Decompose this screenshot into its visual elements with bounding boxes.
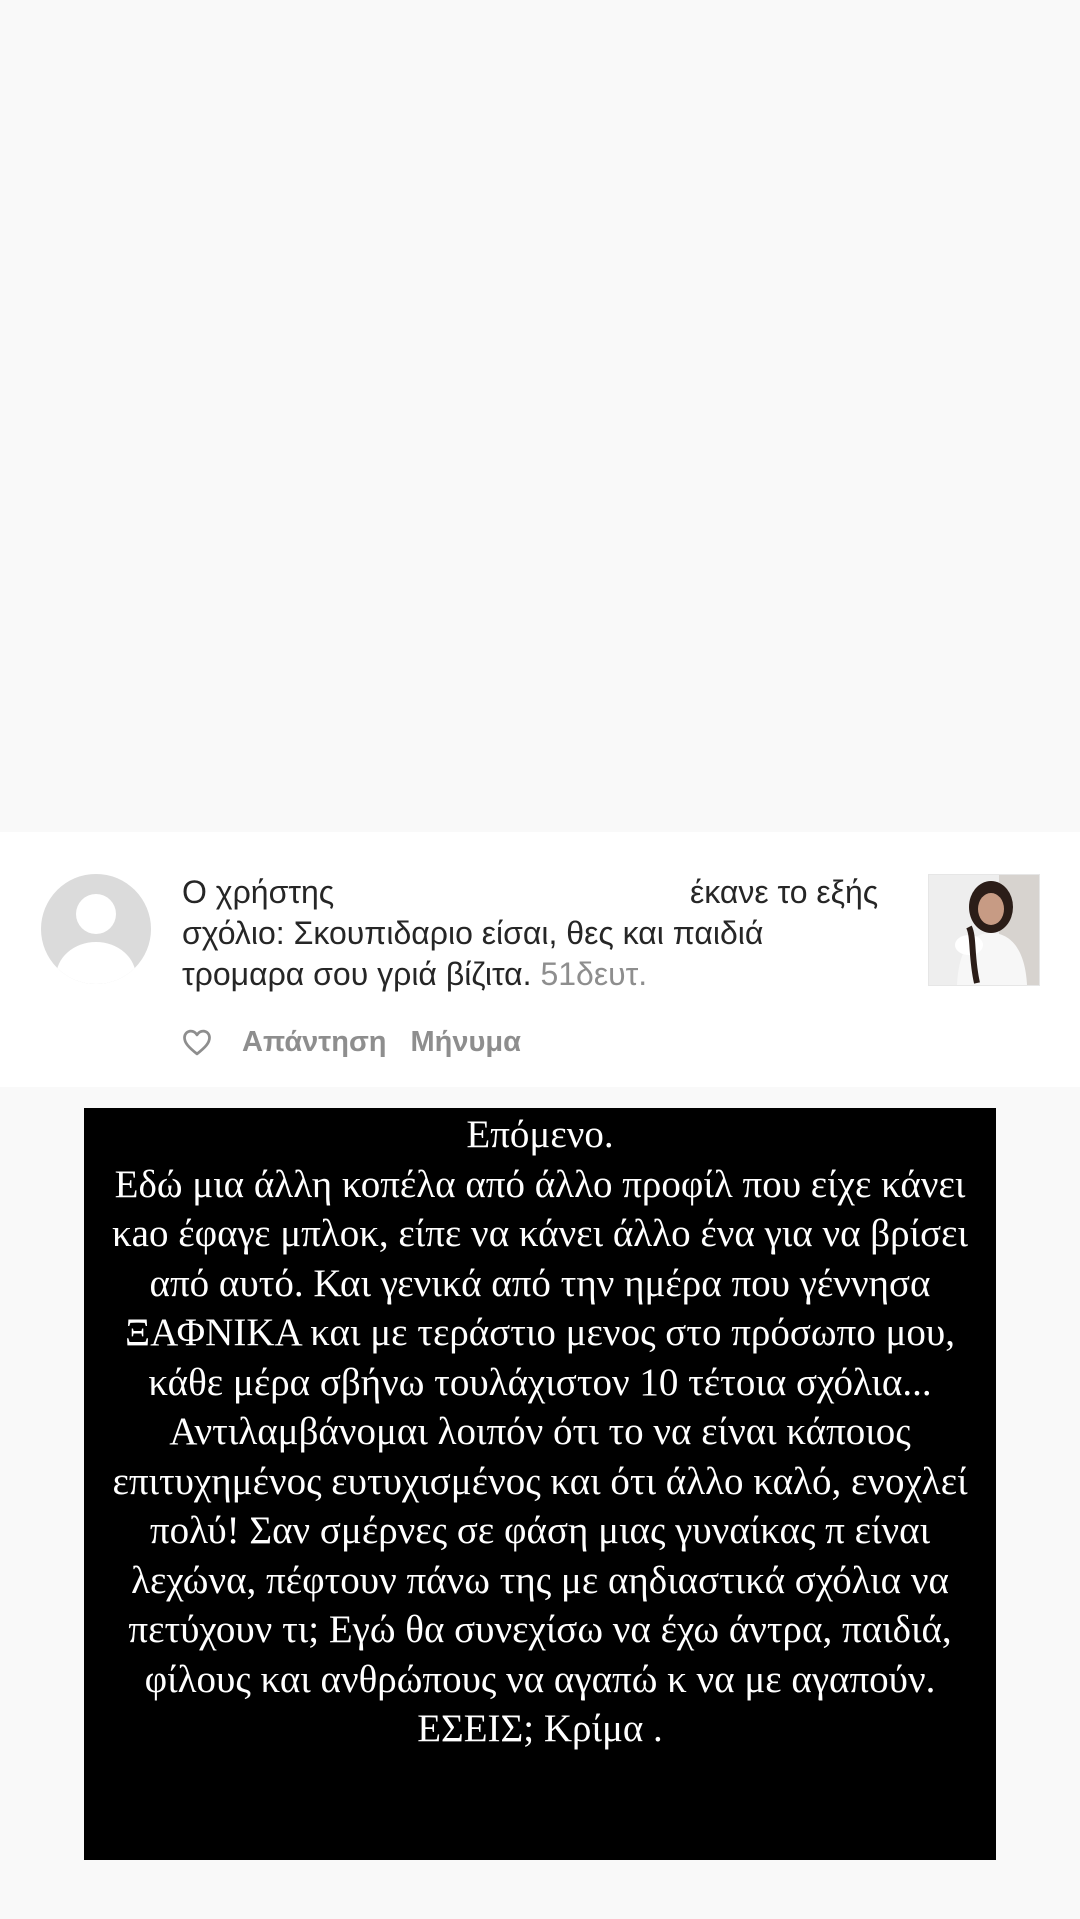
story-line-3: Αντιλαμβάνομαι λοιπόν ότι το να είναι κά… — [112, 1410, 968, 1750]
post-thumbnail[interactable] — [928, 874, 1040, 986]
heart-icon[interactable] — [182, 1026, 214, 1058]
comment-actions: Απάντηση Μήνυμα — [182, 1022, 521, 1062]
blank-area — [0, 0, 1080, 832]
reply-button[interactable]: Απάντηση — [242, 1026, 387, 1059]
comment-text: Ο χρήστης έκανε το εξής σχόλιο: Σκουπιδα… — [182, 872, 882, 995]
comment-timestamp: 51δευτ. — [540, 956, 648, 992]
story-text-box: Επόμενο. Εδώ μια άλλη κοπέλα από άλλο πρ… — [84, 1108, 996, 1860]
avatar-head-shape — [76, 894, 116, 934]
avatar-shoulders-shape — [56, 942, 136, 984]
redacted-username — [343, 880, 682, 909]
story-line-2: Εδώ μια άλλη κοπέλα από άλλο προφίλ που … — [111, 1162, 968, 1404]
comment-text-before: Ο χρήστης — [182, 874, 344, 910]
default-avatar-icon[interactable] — [41, 874, 151, 984]
comment-notification[interactable]: Ο χρήστης έκανε το εξής σχόλιο: Σκουπιδα… — [0, 832, 1080, 1087]
message-button[interactable]: Μήνυμα — [411, 1026, 521, 1059]
story-line-1: Επόμενο. — [466, 1113, 614, 1156]
